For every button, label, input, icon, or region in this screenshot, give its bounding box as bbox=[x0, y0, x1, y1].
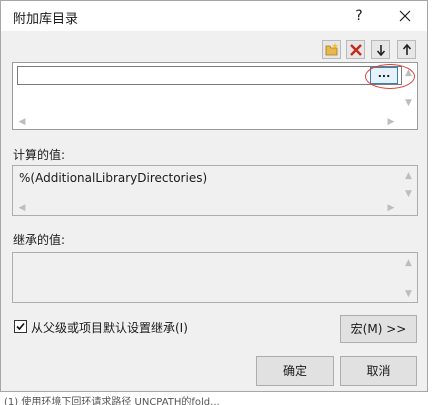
scroll-down-icon[interactable]: ▼ bbox=[400, 187, 417, 201]
evaluated-scrollbar[interactable]: ▲ ▼ bbox=[400, 166, 417, 215]
scroll-up-icon[interactable]: ▲ bbox=[400, 66, 417, 80]
macros-button[interactable]: 宏(M) >> bbox=[340, 315, 417, 343]
list-horizontal-scrollbar[interactable]: ◀ ▶ bbox=[13, 115, 400, 129]
inherit-checkbox[interactable] bbox=[14, 320, 27, 333]
inherited-value-label: 继承的值: bbox=[13, 233, 66, 247]
delete-line-button[interactable] bbox=[346, 40, 365, 59]
delete-icon bbox=[350, 44, 362, 56]
list-vertical-scrollbar[interactable]: ▲ ▼ bbox=[400, 63, 417, 129]
directory-list[interactable]: ... ▲ ▼ ◀ ▶ bbox=[12, 62, 418, 130]
background-text: (1) 使用环境下回环请求路径 UNCPATH的fold... bbox=[4, 397, 220, 405]
move-down-button[interactable] bbox=[371, 40, 390, 59]
evaluated-value-box: %(AdditionalLibraryDirectories) ▲ ▼ ◀ ▶ bbox=[12, 165, 418, 216]
arrow-down-icon bbox=[376, 45, 386, 57]
background-window-strip: (1) 使用环境下回环请求路径 UNCPATH的fold... bbox=[0, 392, 436, 405]
evaluated-value-label: 计算的值: bbox=[13, 148, 66, 162]
move-up-button[interactable] bbox=[397, 40, 416, 59]
close-icon bbox=[399, 10, 411, 22]
cancel-button[interactable]: 取消 bbox=[340, 356, 417, 386]
inherited-value-box: ▲ ▼ bbox=[12, 252, 418, 303]
dialog-title: 附加库目录 bbox=[13, 12, 79, 27]
checkmark-icon bbox=[16, 322, 25, 331]
evaluated-horizontal-scrollbar[interactable]: ◀ ▶ bbox=[13, 201, 400, 215]
evaluated-value-text: %(AdditionalLibraryDirectories) bbox=[19, 171, 208, 185]
inherit-checkbox-label: 从父级或项目默认设置继承(I) bbox=[31, 321, 188, 335]
scroll-right-icon[interactable]: ▶ bbox=[384, 115, 398, 129]
close-button[interactable] bbox=[391, 4, 419, 28]
scroll-up-icon[interactable]: ▲ bbox=[400, 169, 417, 183]
browse-button[interactable]: ... bbox=[370, 67, 398, 84]
inherited-scrollbar[interactable]: ▲ ▼ bbox=[400, 253, 417, 302]
additional-library-directories-dialog: 附加库目录 ? ... ▲ ▼ ◀ ▶ 计算的值: %(AdditionalLi… bbox=[0, 0, 428, 392]
scroll-down-icon[interactable]: ▼ bbox=[400, 287, 417, 301]
help-button[interactable]: ? bbox=[347, 6, 371, 26]
directory-entry-input[interactable] bbox=[17, 66, 402, 85]
scroll-left-icon[interactable]: ◀ bbox=[15, 115, 29, 129]
folder-new-icon bbox=[325, 43, 338, 56]
title-bar: 附加库目录 ? bbox=[1, 1, 427, 31]
scroll-up-icon[interactable]: ▲ bbox=[400, 256, 417, 270]
new-line-button[interactable] bbox=[322, 40, 341, 59]
scroll-down-icon[interactable]: ▼ bbox=[400, 96, 417, 110]
scroll-right-icon[interactable]: ▶ bbox=[384, 201, 398, 215]
ok-button[interactable]: 确定 bbox=[256, 356, 334, 386]
scroll-left-icon[interactable]: ◀ bbox=[15, 201, 29, 215]
arrow-up-icon bbox=[402, 43, 412, 55]
